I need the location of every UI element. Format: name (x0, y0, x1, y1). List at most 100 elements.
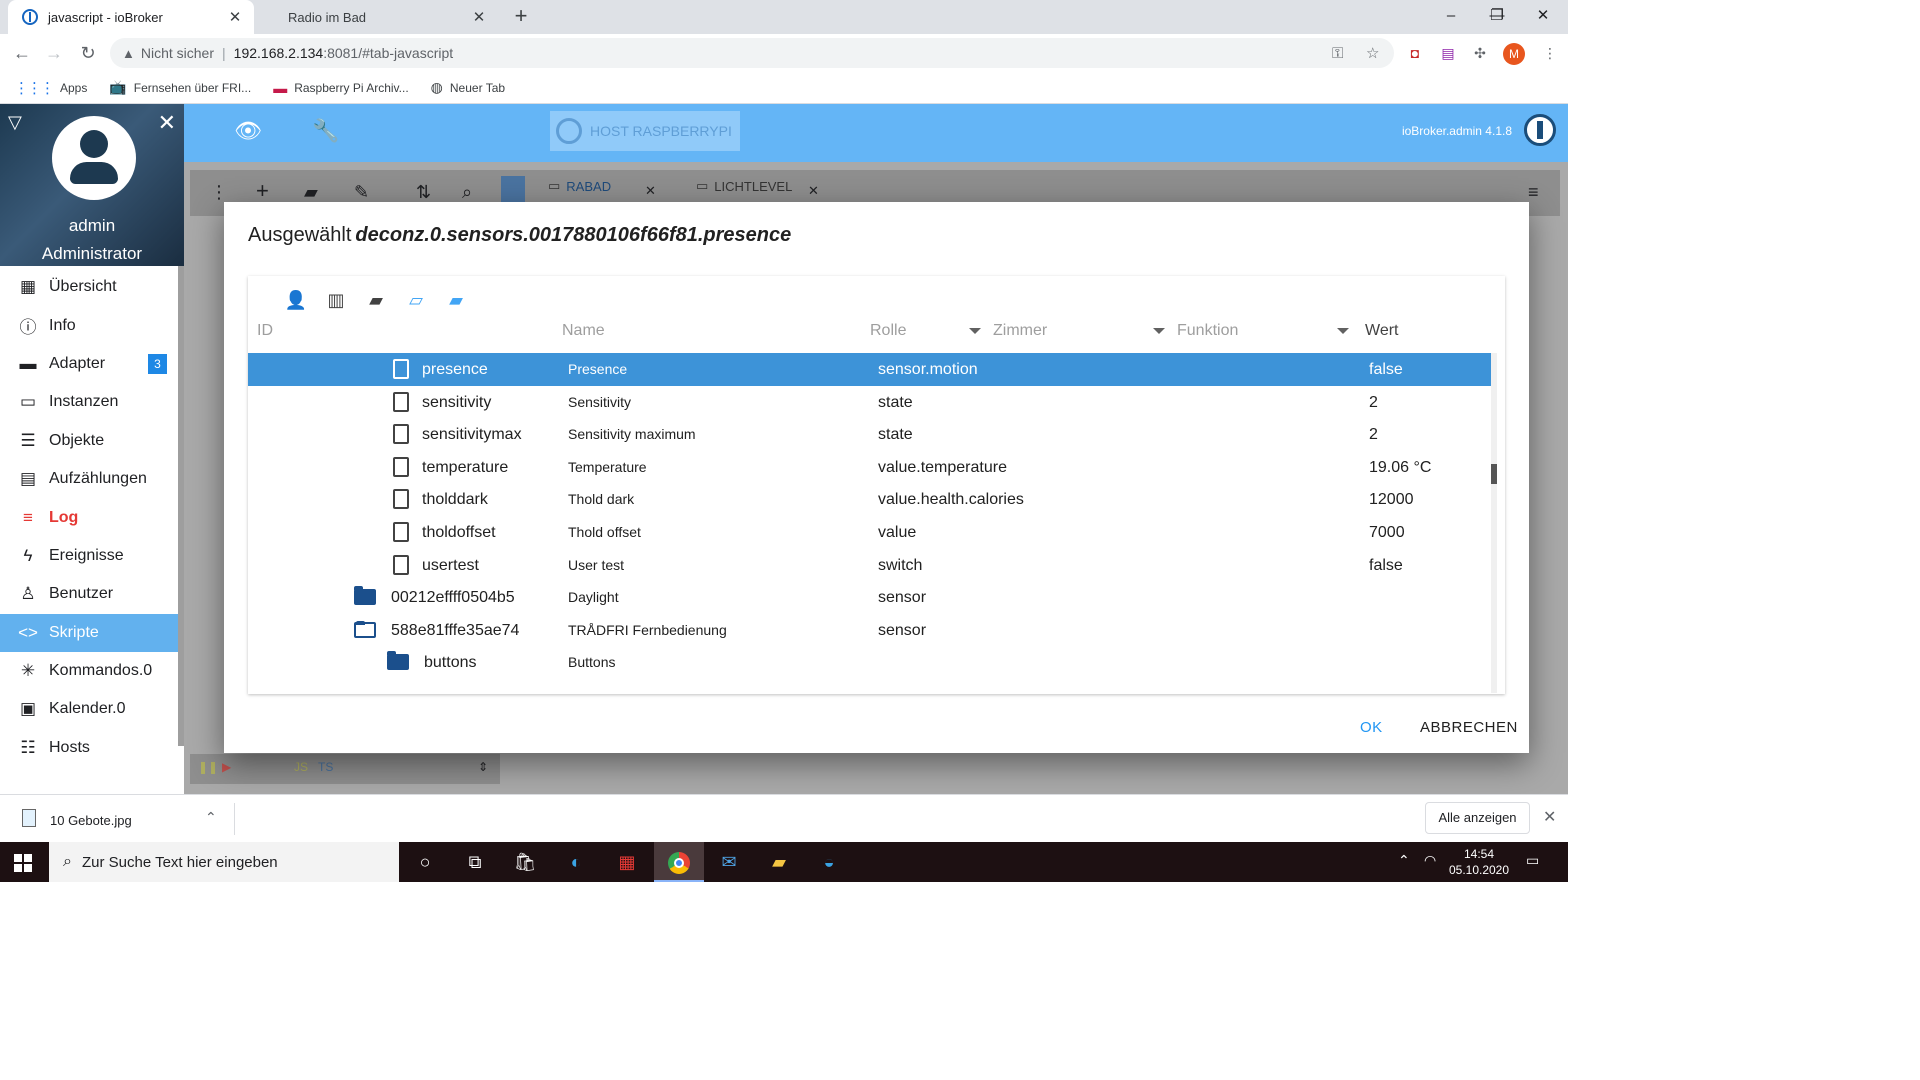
table-row[interactable]: sensitivitymax Sensitivity maximum state… (248, 418, 1491, 451)
rows-scrollbar-thumb[interactable] (1491, 464, 1497, 484)
download-file-name[interactable]: 10 Gebote.jpg (50, 813, 132, 828)
role-dropdown-icon[interactable] (969, 328, 981, 334)
host-selector-button[interactable]: HOST RASPBERRYPI (550, 111, 740, 151)
sidebar-item-kommandos[interactable]: ✳ Kommandos.0 (0, 652, 178, 690)
search-icon[interactable]: ⌕ (462, 182, 472, 203)
back-button[interactable]: ← (8, 39, 36, 67)
gift-app-icon[interactable]: ▦ (614, 850, 640, 874)
sidebar-item-kalender[interactable]: ▣ Kalender.0 (0, 690, 178, 728)
reload-button[interactable]: ↻ (74, 39, 102, 67)
sidebar-item-ereignisse[interactable]: ϟ Ereignisse (0, 537, 178, 575)
extensions-puzzle-icon[interactable]: ✣ (1470, 43, 1490, 63)
script-tab-rabad[interactable]: ▭ RABAD (548, 178, 611, 194)
sidebar-item-instanzen[interactable]: ▭ Instanzen (0, 383, 178, 421)
eye-icon[interactable]: 👁 (234, 118, 262, 144)
wifi-icon[interactable]: ◠ (1424, 852, 1436, 869)
sidebar-item-skripte[interactable]: <> Skripte (0, 613, 178, 652)
close-sidebar-icon[interactable]: ✕ (158, 110, 176, 136)
close-window-button[interactable]: ✕ (1520, 0, 1566, 34)
taskbar-clock[interactable]: 14:54 05.10.2020 (1446, 846, 1512, 878)
sidebar-item-aufzaehlungen[interactable]: ▤ Aufzählungen (0, 460, 178, 498)
chrome-icon[interactable] (654, 842, 704, 882)
play-icon[interactable]: ▶ (222, 760, 231, 774)
edit-icon[interactable]: ✎ (354, 182, 369, 203)
mail-icon[interactable]: ✉ (716, 850, 742, 874)
cortana-icon[interactable]: ○ (412, 850, 438, 874)
sidebar-item-uebersicht[interactable]: ▦ Übersicht (0, 268, 178, 306)
table-row[interactable]: 588e81fffe35ae74 TRÅDFRI Fernbedienung s… (248, 614, 1491, 647)
close-tab-icon[interactable]: ✕ (468, 8, 490, 26)
ok-button[interactable]: OK (1360, 719, 1383, 736)
bookmark-raspberry[interactable]: ▬ Raspberry Pi Archiv... (273, 80, 408, 96)
minimize-icon[interactable]: – (1428, 0, 1474, 34)
add-script-icon[interactable]: + (256, 178, 269, 204)
show-all-downloads-button[interactable]: Alle anzeigen (1425, 802, 1530, 834)
address-bar[interactable]: ▲ Nicht sicher | 192.168.2.134:8081/#tab… (110, 38, 1394, 68)
bookmark-fernsehen[interactable]: 📺 Fernsehen über FRI... (109, 79, 251, 96)
triangle-logo-icon[interactable]: ▽ (8, 112, 22, 133)
taskbar-search-input[interactable]: ⌕ Zur Suche Text hier eingeben (49, 842, 399, 882)
room-dropdown-icon[interactable] (1153, 328, 1165, 334)
key-icon[interactable]: ⚿ (1332, 45, 1343, 62)
column-header-id[interactable]: ID (257, 322, 273, 340)
pause-icon[interactable]: ❚❚ (198, 760, 218, 774)
table-row[interactable]: tholddark Thold dark value.health.calori… (248, 483, 1491, 516)
bookmark-apps[interactable]: ⋮⋮⋮ Apps (14, 79, 87, 97)
browser-menu-icon[interactable]: ⋮ (1540, 43, 1560, 63)
function-dropdown-icon[interactable] (1337, 328, 1349, 334)
store-icon[interactable]: 🛍 (512, 850, 538, 874)
column-header-function[interactable]: Funktion (1177, 322, 1238, 340)
sidebar-item-log[interactable]: ≡ Log (0, 498, 178, 536)
profile-avatar[interactable]: M (1503, 43, 1525, 65)
table-row[interactable]: presence Presence sensor.motion false (248, 353, 1491, 386)
column-header-role[interactable]: Rolle (870, 322, 906, 340)
js-label[interactable]: JS (294, 760, 308, 774)
rows-scrollbar[interactable] (1491, 353, 1497, 693)
notifications-icon[interactable]: ▭ (1526, 852, 1539, 869)
sidebar-scrollbar[interactable] (178, 266, 184, 746)
script-tab-lichtlevel[interactable]: ▭ LICHTLEVEL (696, 178, 792, 194)
menu-lines-icon[interactable]: ≡ (1528, 182, 1539, 203)
table-row[interactable]: temperature Temperature value.temperatur… (248, 451, 1491, 484)
column-header-name[interactable]: Name (562, 322, 605, 340)
file-explorer-icon[interactable]: ▰ (766, 850, 792, 874)
sidebar-item-info[interactable]: ⓘ Info (0, 306, 178, 344)
chevron-up-icon[interactable]: ⌃ (205, 809, 217, 826)
tray-chevron-icon[interactable]: ⌃ (1398, 852, 1410, 869)
windows-start-icon[interactable] (14, 854, 32, 872)
folder-open-icon[interactable]: ▱ (402, 290, 430, 311)
person-icon[interactable]: 👤 (282, 290, 310, 311)
table-row[interactable]: 00212effff0504b5 Daylight sensor (248, 581, 1491, 614)
sort-icon[interactable]: ⇅ (416, 182, 431, 203)
table-row[interactable]: usertest User test switch false (248, 549, 1491, 582)
pocket-extension-icon[interactable]: ◘ (1405, 43, 1425, 63)
ts-label[interactable]: TS (318, 760, 333, 774)
maximize-button[interactable]: ❐ (1474, 0, 1520, 34)
folder-icon[interactable] (387, 651, 409, 671)
table-row[interactable]: tholdoffset Thold offset value 7000 (248, 516, 1491, 549)
bookmark-neuer-tab[interactable]: ◍ Neuer Tab (431, 79, 505, 96)
app-wave-icon[interactable]: ◒ (816, 850, 842, 874)
column-header-room[interactable]: Zimmer (993, 322, 1047, 340)
sidebar-item-objekte[interactable]: ☰ Objekte (0, 422, 178, 460)
close-shelf-icon[interactable]: ✕ (1543, 807, 1556, 827)
task-view-icon[interactable]: ⧉ (462, 850, 488, 874)
cancel-button[interactable]: ABBRECHEN (1420, 719, 1518, 736)
browser-tab-iobroker[interactable]: javascript - ioBroker ✕ (8, 0, 254, 34)
expand-icon[interactable]: ⇕ (478, 760, 488, 774)
folder-icon[interactable]: ▰ (362, 290, 390, 311)
folder-open-icon[interactable] (354, 620, 376, 638)
new-tab-button[interactable]: + (508, 4, 534, 30)
pdf-extension-icon[interactable]: ▤ (1438, 43, 1458, 63)
star-icon[interactable]: ☆ (1366, 44, 1379, 62)
edge-icon[interactable]: ◐ (563, 850, 589, 874)
folder-blue-icon[interactable]: ▰ (442, 290, 470, 311)
sidebar-item-adapter[interactable]: ▬ Adapter 3 (0, 345, 178, 383)
wrench-icon[interactable]: 🔧 (312, 118, 339, 144)
table-row[interactable]: buttons Buttons (248, 646, 1491, 679)
browser-tab-radio[interactable]: Radio im Bad ✕ (258, 0, 498, 34)
close-script-tab-icon[interactable]: ✕ (808, 183, 819, 199)
sidebar-item-hosts[interactable]: ☷ Hosts (0, 729, 178, 767)
more-vert-icon[interactable]: ⋮ (210, 182, 228, 203)
columns-icon[interactable]: ▥ (322, 290, 350, 311)
